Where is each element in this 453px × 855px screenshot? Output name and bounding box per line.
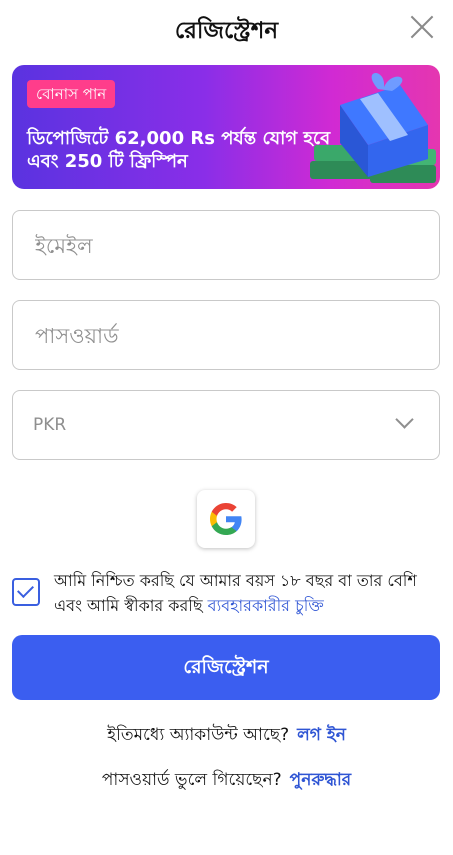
modal-header: রেজিস্ট্রেশন bbox=[0, 0, 453, 56]
agreement-text-wrapper: আমি নিশ্চিত করছি যে আমার বয়স ১৮ বছর বা … bbox=[54, 568, 442, 618]
promo-line-1: ডিপোজিটে 62,000 Rs পর্যন্ত যোগ হবে bbox=[27, 128, 331, 149]
bonus-banner[interactable]: বোনাস পান ডিপোজিটে 62,000 Rs পর্যন্ত যোগ… bbox=[12, 65, 440, 189]
google-signin-button[interactable] bbox=[197, 490, 255, 548]
currency-value: PKR bbox=[33, 415, 67, 435]
password-field[interactable] bbox=[33, 301, 417, 371]
email-field[interactable] bbox=[33, 211, 417, 281]
chevron-down-icon bbox=[395, 410, 414, 429]
google-icon bbox=[210, 503, 242, 535]
user-agreement-link[interactable]: ব্যবহারকারীর চুক্তি bbox=[208, 596, 324, 615]
promo-line-2: এবং 250 টি ফ্রিস্পিন bbox=[27, 151, 188, 172]
bonus-badge: বোনাস পান bbox=[27, 80, 116, 108]
login-row: ইতিমধ্যে অ্যাকাউন্ট আছে? লগ ইন bbox=[0, 722, 453, 750]
register-button[interactable]: রেজিস্ট্রেশন bbox=[12, 635, 440, 700]
email-field-container bbox=[12, 210, 440, 281]
recover-row: পাসওয়ার্ড ভুলে গিয়েছেন? পুনরুদ্ধার bbox=[0, 767, 453, 795]
close-icon[interactable] bbox=[409, 14, 435, 40]
page-title: রেজিস্ট্রেশন bbox=[174, 18, 279, 44]
promo-text: ডিপোজিটে 62,000 Rs পর্যন্ত যোগ হবে এবং 2… bbox=[27, 127, 347, 173]
recover-link[interactable]: পুনরুদ্ধার bbox=[290, 770, 351, 790]
agreement-checkbox[interactable] bbox=[12, 578, 40, 606]
login-prompt: ইতিমধ্যে অ্যাকাউন্ট আছে? bbox=[107, 725, 290, 745]
recover-prompt: পাসওয়ার্ড ভুলে গিয়েছেন? bbox=[101, 770, 282, 790]
login-link[interactable]: লগ ইন bbox=[297, 725, 346, 745]
gift-box-icon bbox=[310, 72, 436, 183]
agreement-block: আমি নিশ্চিত করছি যে আমার বয়স ১৮ বছর বা … bbox=[12, 568, 442, 624]
currency-select[interactable]: PKR bbox=[12, 390, 440, 460]
password-field-container bbox=[12, 300, 440, 371]
